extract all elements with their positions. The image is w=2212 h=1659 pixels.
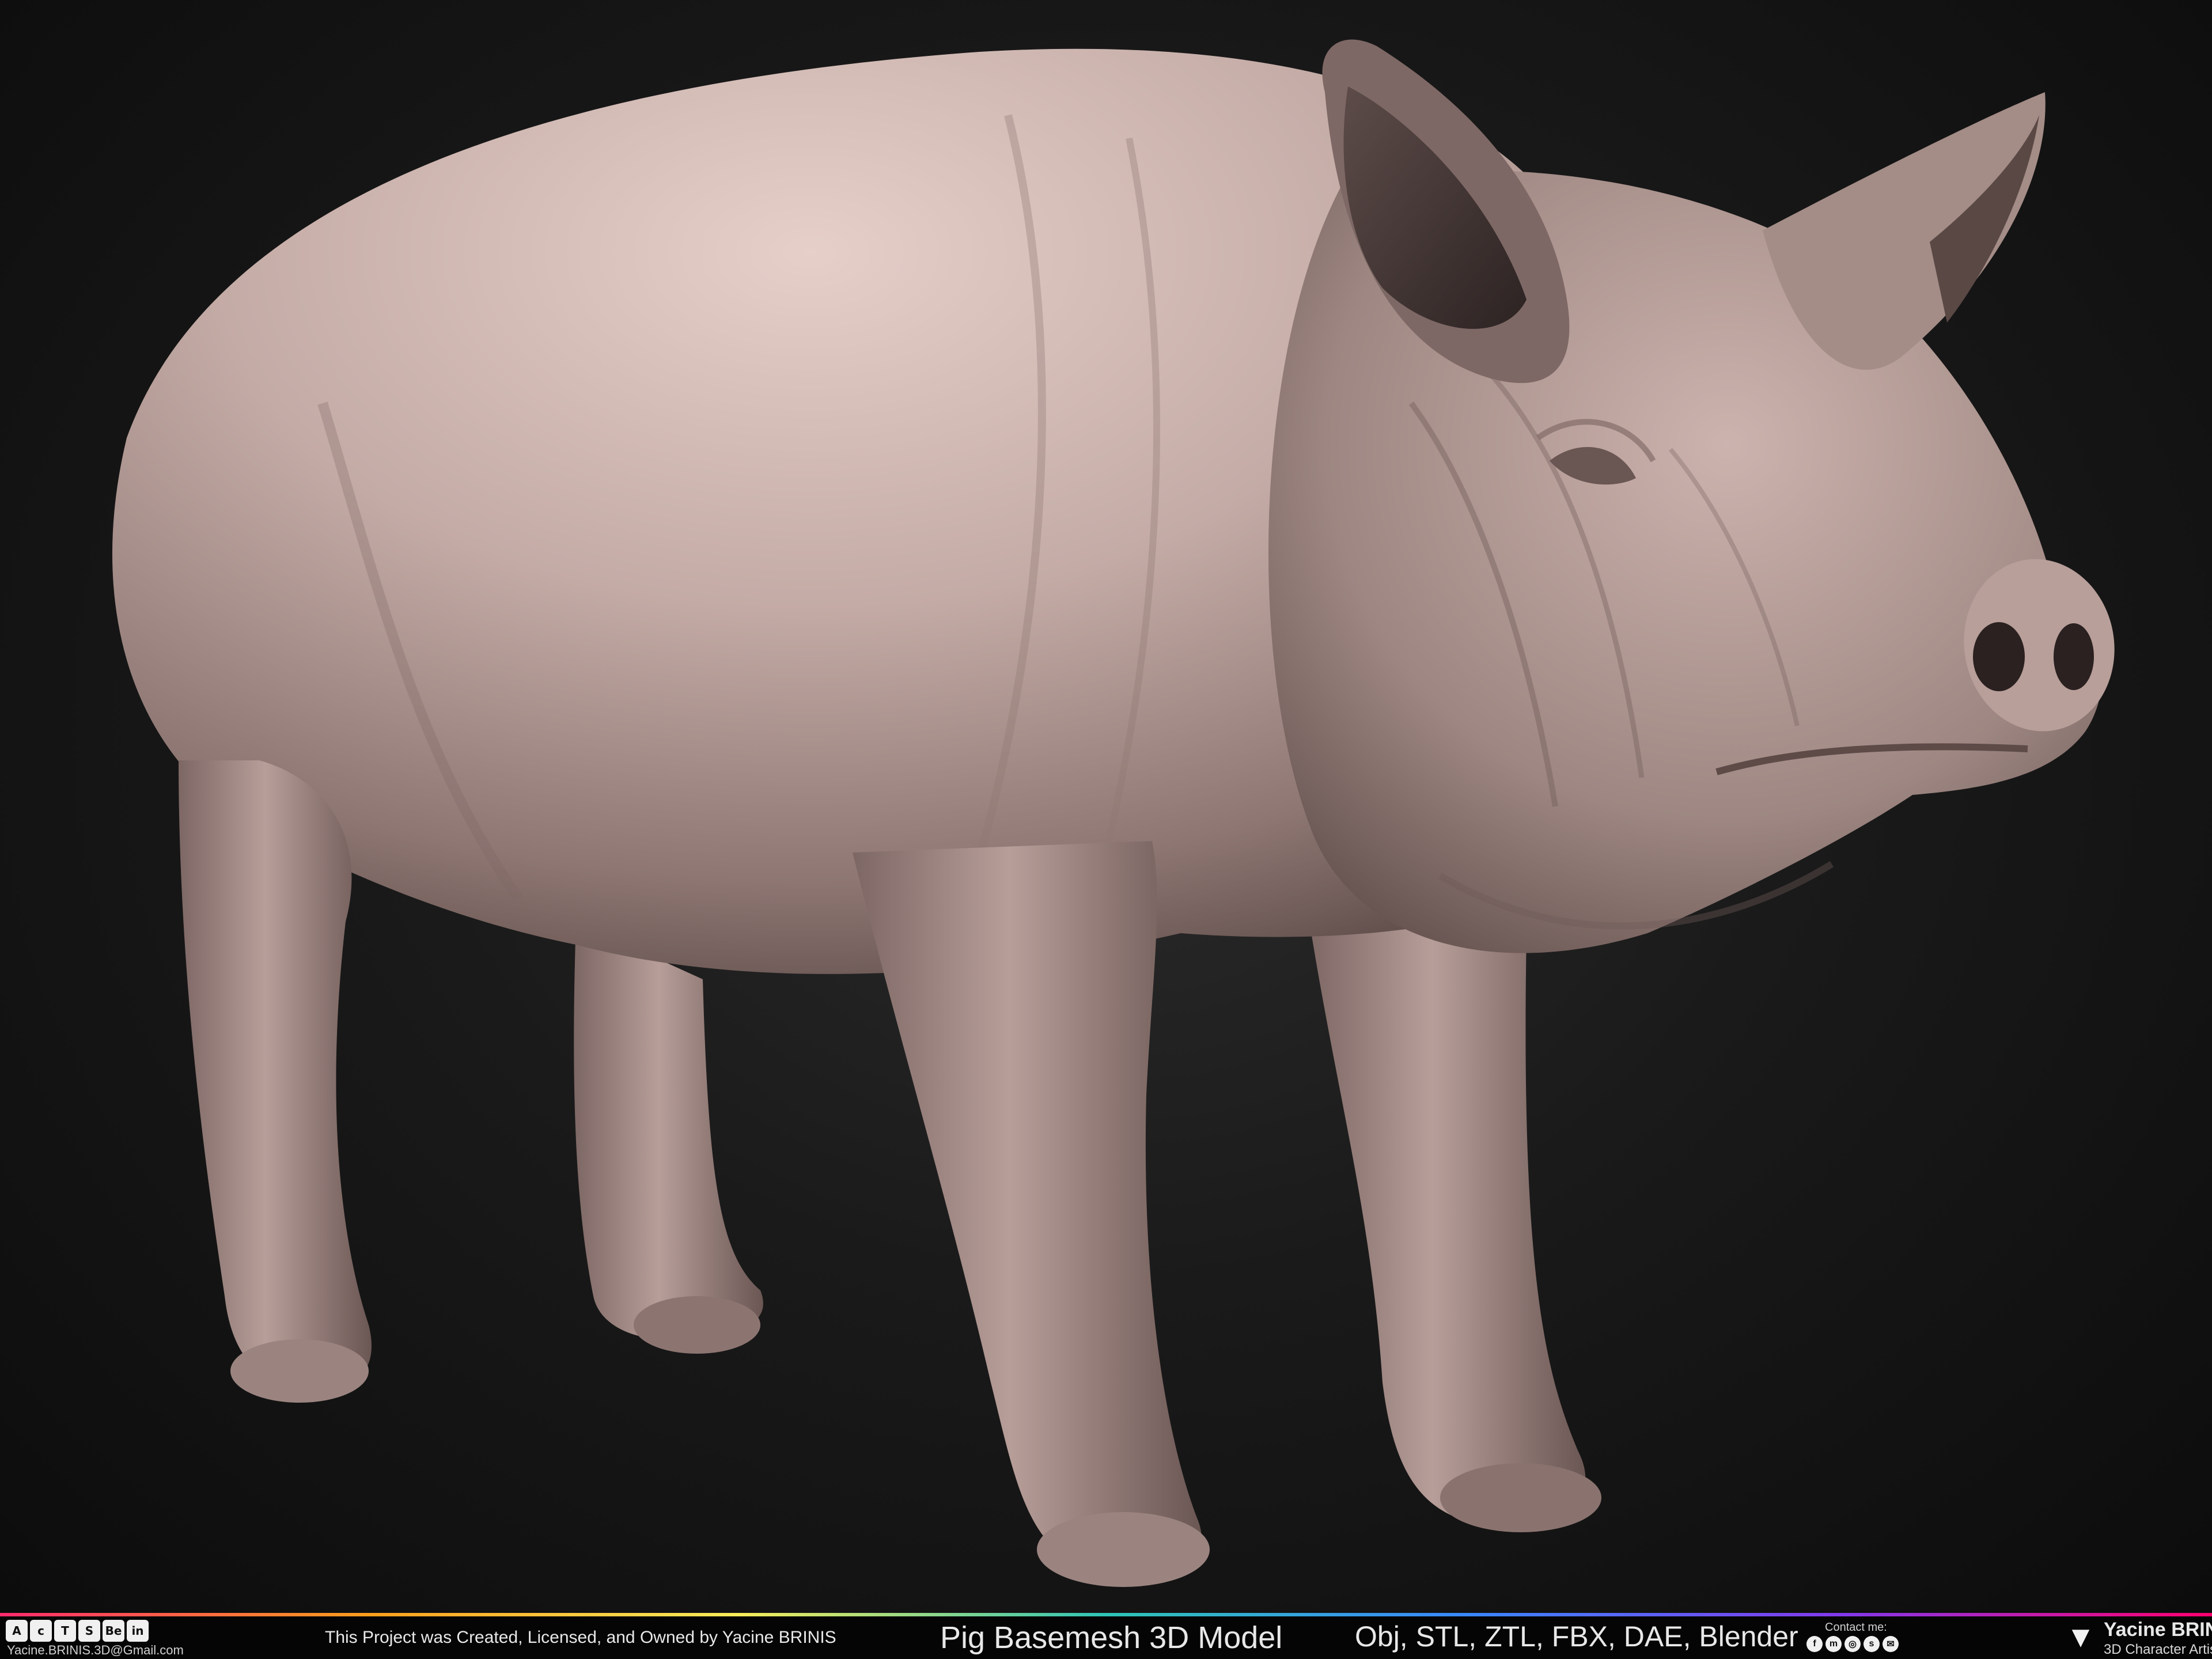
messenger-icon[interactable]: m xyxy=(1825,1636,1842,1652)
ear-far xyxy=(1763,92,2046,370)
hoof-front-near xyxy=(1037,1512,1210,1587)
leg-front-far xyxy=(1308,910,1586,1527)
skype-icon[interactable]: s xyxy=(1863,1636,1880,1652)
cgtrader-icon[interactable]: c xyxy=(30,1620,52,1642)
brand-name: Yacine BRINIS xyxy=(2104,1619,2212,1641)
hoof-front-far xyxy=(1440,1463,1601,1532)
facebook-icon[interactable]: f xyxy=(1806,1636,1823,1652)
footer-rainbow-line xyxy=(0,1613,2212,1616)
pig-render xyxy=(112,39,2115,1587)
sketchfab-icon[interactable]: S xyxy=(78,1620,100,1642)
file-formats: Obj, STL, ZTL, FBX, DAE, Blender xyxy=(1355,1620,1798,1653)
hoof-back-far xyxy=(634,1296,760,1354)
artist-email: Yacine.BRINIS.3D@Gmail.com xyxy=(7,1643,184,1657)
linkedin-icon[interactable]: in xyxy=(127,1620,149,1642)
instagram-icon[interactable]: ◎ xyxy=(1844,1636,1861,1652)
behance-icon[interactable]: Be xyxy=(103,1620,124,1642)
hoof-back-near xyxy=(230,1339,369,1403)
portfolio-links: A c T S Be in xyxy=(6,1620,149,1642)
contact-label: Contact me: xyxy=(1825,1621,1887,1634)
email-icon[interactable]: ✉ xyxy=(1883,1636,1899,1652)
nostril-left xyxy=(1973,622,2025,691)
brand-role: 3D Character Artist xyxy=(2104,1642,2212,1657)
social-links: f m ◎ s ✉ xyxy=(1806,1636,1899,1652)
turbosquid-icon[interactable]: T xyxy=(54,1620,76,1642)
leg-back-near xyxy=(179,760,372,1389)
ownership-credit: This Project was Created, Licensed, and … xyxy=(325,1628,836,1647)
brand-logo-icon: ▼ xyxy=(2066,1620,2096,1654)
leg-front-near xyxy=(853,841,1202,1576)
leg-back-far xyxy=(574,922,763,1340)
artstation-icon[interactable]: A xyxy=(6,1620,28,1642)
render-viewport xyxy=(0,0,2212,1613)
nostril-right xyxy=(2054,623,2094,690)
model-title: Pig Basemesh 3D Model xyxy=(940,1620,1283,1655)
